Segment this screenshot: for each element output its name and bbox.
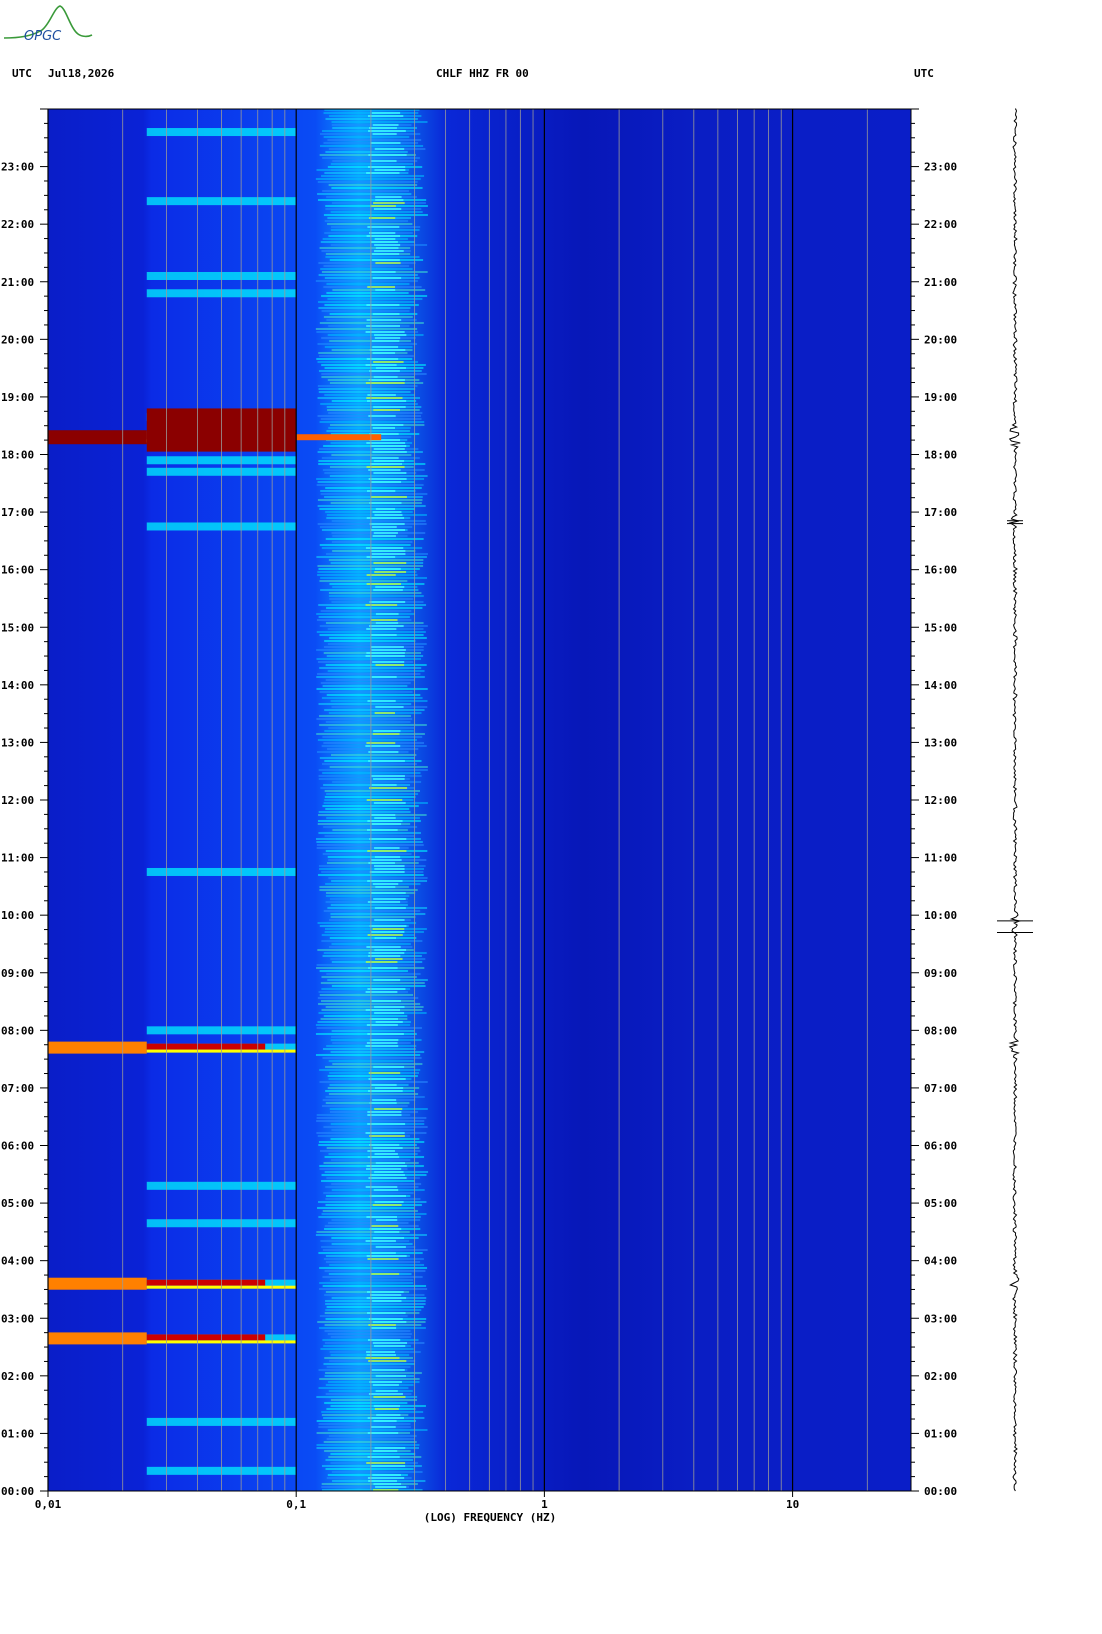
seismogram-trace — [997, 108, 1033, 1492]
seismogram-line — [1008, 108, 1022, 1492]
